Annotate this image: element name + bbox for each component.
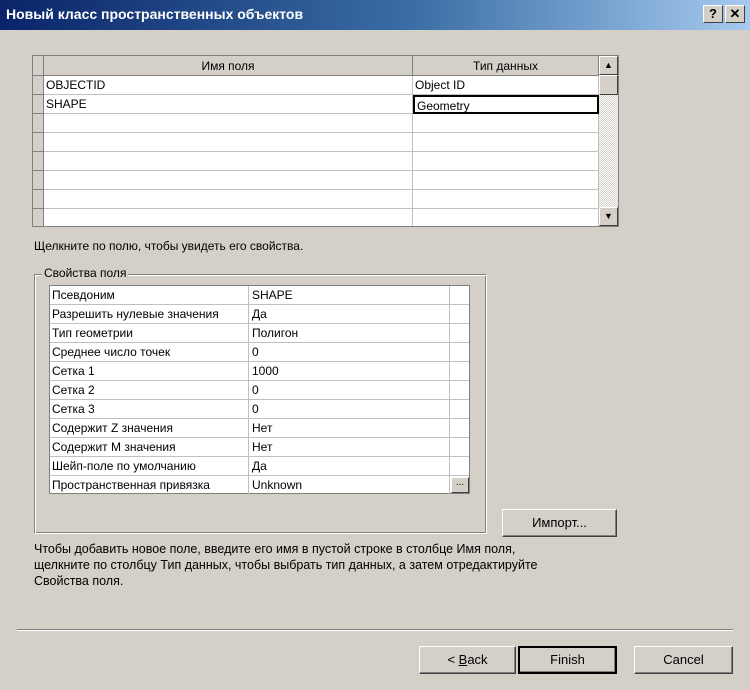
field-name-cell[interactable]	[44, 114, 413, 133]
property-value[interactable]: Нет	[249, 438, 450, 456]
fields-grid[interactable]: Имя поля Тип данных OBJECTID Object ID S…	[32, 55, 619, 227]
scroll-up-icon[interactable]: ▲	[599, 56, 618, 75]
property-row[interactable]: Шейп-поле по умолчанию Да	[50, 457, 469, 476]
field-name-cell[interactable]	[44, 190, 413, 209]
property-row[interactable]: Содержит М значения Нет	[50, 438, 469, 457]
help-text-line: Чтобы добавить новое поле, введите его и…	[34, 542, 516, 556]
property-value[interactable]: 0	[249, 343, 450, 361]
property-name: Тип геометрии	[50, 324, 249, 342]
row-selector[interactable]	[33, 152, 44, 171]
property-value[interactable]: Нет	[249, 419, 450, 437]
title-bar[interactable]: Новый класс пространственных объектов ? …	[0, 0, 750, 30]
row-selector[interactable]	[33, 190, 44, 209]
property-name: Псевдоним	[50, 286, 249, 304]
help-icon[interactable]: ?	[703, 5, 723, 23]
back-button-prefix: <	[447, 652, 459, 667]
property-name: Содержит Z значения	[50, 419, 249, 437]
grid-scrollbar[interactable]: ▲ ▼	[599, 56, 618, 226]
property-value[interactable]: Да	[249, 305, 450, 323]
help-text-line: Свойства поля.	[34, 574, 124, 588]
property-name: Шейп-поле по умолчанию	[50, 457, 249, 475]
help-text: Чтобы добавить новое поле, введите его и…	[34, 541, 634, 589]
scroll-thumb[interactable]	[599, 75, 618, 95]
finish-button[interactable]: Finish	[518, 646, 617, 674]
scroll-down-icon[interactable]: ▼	[599, 207, 618, 226]
property-name: Сетка 2	[50, 381, 249, 399]
back-button[interactable]: < Back	[419, 646, 516, 674]
field-name-cell[interactable]: SHAPE	[44, 95, 413, 114]
data-type-cell[interactable]	[413, 209, 599, 226]
data-type-cell[interactable]	[413, 152, 599, 171]
row-selector[interactable]	[33, 171, 44, 190]
property-name: Содержит М значения	[50, 438, 249, 456]
field-name-cell[interactable]	[44, 133, 413, 152]
property-name: Среднее число точек	[50, 343, 249, 361]
row-selector[interactable]	[33, 209, 44, 226]
property-value[interactable]: Полигон	[249, 324, 450, 342]
window-title: Новый класс пространственных объектов	[6, 6, 304, 22]
data-type-cell[interactable]	[413, 171, 599, 190]
field-properties-table[interactable]: Псевдоним SHAPE Разрешить нулевые значен…	[49, 285, 470, 494]
grid-hint: Щелкните по полю, чтобы увидеть его свой…	[34, 239, 304, 253]
separator	[17, 629, 733, 631]
field-name-cell[interactable]	[44, 209, 413, 226]
property-row[interactable]: Разрешить нулевые значения Да	[50, 305, 469, 324]
property-row[interactable]: Сетка 2 0	[50, 381, 469, 400]
property-value[interactable]: Unknown	[249, 476, 450, 494]
property-value[interactable]: Да	[249, 457, 450, 475]
property-value[interactable]: 0	[249, 381, 450, 399]
data-type-cell[interactable]: Object ID	[413, 76, 599, 95]
property-row[interactable]: Среднее число точек 0	[50, 343, 469, 362]
data-type-cell-active[interactable]: Geometry	[413, 95, 599, 114]
property-row[interactable]: Сетка 1 1000	[50, 362, 469, 381]
data-type-cell[interactable]	[413, 190, 599, 209]
property-value[interactable]: SHAPE	[249, 286, 450, 304]
property-name: Разрешить нулевые значения	[50, 305, 249, 323]
field-properties-legend: Свойства поля	[42, 266, 129, 280]
row-selector[interactable]	[33, 114, 44, 133]
import-button[interactable]: Импорт...	[502, 509, 617, 537]
column-header-data-type[interactable]: Тип данных	[413, 56, 599, 76]
grid-corner	[33, 56, 44, 76]
property-name: Пространственная привязка	[50, 476, 249, 494]
data-type-cell[interactable]	[413, 114, 599, 133]
column-header-field-name[interactable]: Имя поля	[44, 56, 413, 76]
row-selector[interactable]	[33, 76, 44, 95]
data-type-cell[interactable]	[413, 133, 599, 152]
close-icon[interactable]: ✕	[725, 5, 745, 23]
cancel-button[interactable]: Cancel	[634, 646, 733, 674]
field-name-cell[interactable]	[44, 152, 413, 171]
help-text-line: щелкните по столбцу Тип данных, чтобы вы…	[34, 558, 538, 572]
property-row[interactable]: Псевдоним SHAPE	[50, 286, 469, 305]
property-name: Сетка 3	[50, 400, 249, 418]
row-selector[interactable]	[33, 95, 44, 114]
field-name-cell[interactable]: OBJECTID	[44, 76, 413, 95]
property-value[interactable]: 1000	[249, 362, 450, 380]
property-row[interactable]: Сетка 3 0	[50, 400, 469, 419]
spatial-reference-browse-button[interactable]: ...	[451, 477, 469, 493]
dialog-window: Новый класс пространственных объектов ? …	[0, 0, 750, 690]
property-name: Сетка 1	[50, 362, 249, 380]
field-name-cell[interactable]	[44, 171, 413, 190]
property-row[interactable]: Пространственная привязка Unknown ...	[50, 476, 469, 495]
row-selector[interactable]	[33, 133, 44, 152]
property-row[interactable]: Тип геометрии Полигон	[50, 324, 469, 343]
property-value[interactable]: 0	[249, 400, 450, 418]
back-button-label: ack	[467, 652, 488, 667]
property-row[interactable]: Содержит Z значения Нет	[50, 419, 469, 438]
